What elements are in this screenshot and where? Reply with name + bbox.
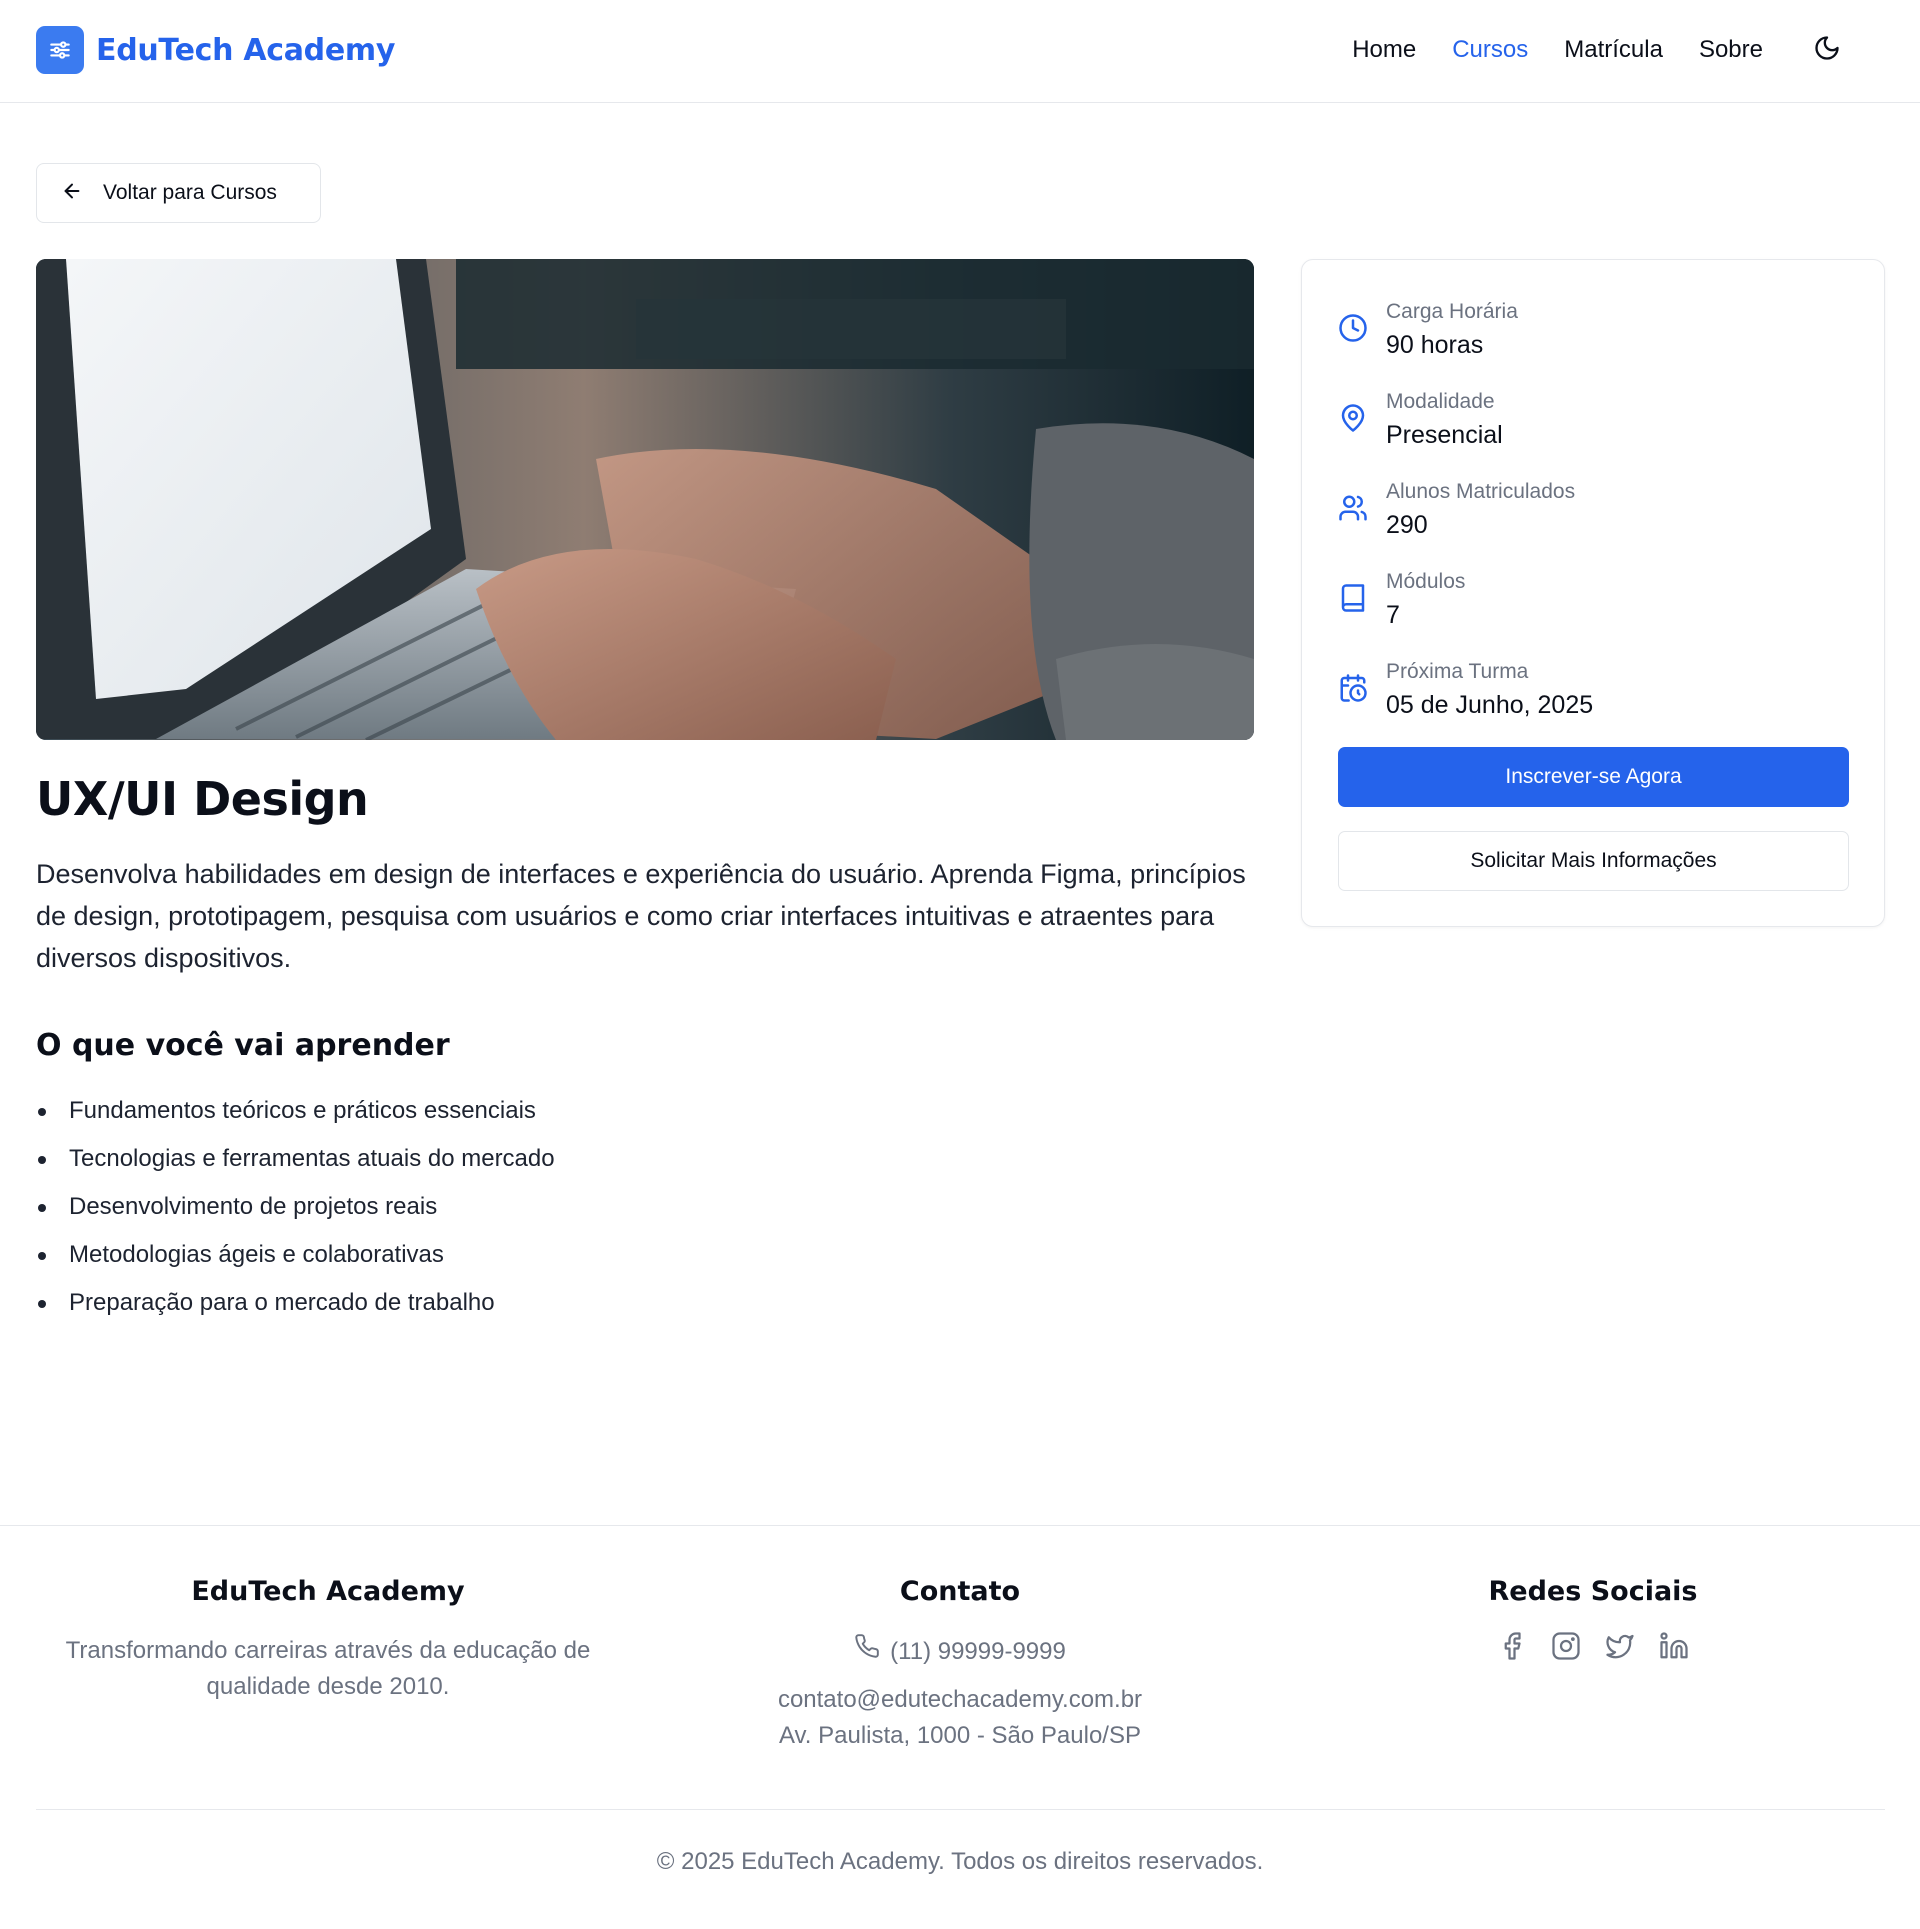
learn-section-title: O que você vai aprender	[36, 1028, 450, 1063]
course-hero-image	[36, 259, 1254, 740]
book-icon	[1338, 583, 1368, 613]
footer-social: Redes Sociais	[1301, 1576, 1885, 1661]
info-value: 290	[1386, 511, 1428, 539]
phone-icon	[854, 1633, 880, 1670]
learn-item: Tecnologias e ferramentas atuais do merc…	[36, 1138, 555, 1186]
footer-divider	[36, 1809, 1885, 1810]
main-nav: Home Cursos Matrícula Sobre	[1316, 32, 1845, 68]
top-navbar: EduTech Academy Home Cursos Matrícula So…	[0, 0, 1920, 103]
info-label: Alunos Matriculados	[1386, 480, 1576, 503]
learn-item: Metodologias ágeis e colaborativas	[36, 1234, 555, 1282]
request-info-button[interactable]: Solicitar Mais Informações	[1338, 831, 1849, 891]
learn-item: Fundamentos teóricos e práticos essencia…	[36, 1090, 555, 1138]
info-duration: Carga Horária 90 horas	[1338, 297, 1518, 363]
info-value: 7	[1386, 601, 1400, 629]
twitter-icon[interactable]	[1605, 1631, 1635, 1661]
clock-icon	[1338, 313, 1368, 343]
calendar-clock-icon	[1338, 673, 1368, 703]
footer-about-text: Transformando carreiras através da educa…	[65, 1637, 591, 1700]
facebook-icon[interactable]	[1497, 1631, 1527, 1661]
map-pin-icon	[1338, 403, 1368, 433]
back-button-label: Voltar para Cursos	[103, 181, 277, 204]
footer-contact-title: Contato	[899, 1576, 1021, 1607]
arrow-left-icon	[61, 180, 83, 207]
social-links	[1301, 1631, 1885, 1661]
sliders-icon	[36, 26, 84, 74]
users-icon	[1338, 493, 1368, 523]
info-value: 90 horas	[1386, 331, 1484, 359]
footer-about-title: EduTech Academy	[191, 1576, 465, 1607]
info-modules: Módulos 7	[1338, 567, 1465, 633]
learn-item: Desenvolvimento de projetos reais	[36, 1186, 555, 1234]
course-description: Desenvolva habilidades em design de inte…	[36, 859, 1246, 973]
footer-phone[interactable]: (11) 99999-9999	[668, 1633, 1252, 1670]
info-value: 05 de Junho, 2025	[1386, 691, 1594, 719]
course-info-card: Carga Horária 90 horas Modalidade Presen…	[1301, 259, 1885, 927]
nav-sobre[interactable]: Sobre	[1699, 36, 1763, 64]
phone-number: (11) 99999-9999	[890, 1637, 1066, 1665]
linkedin-icon[interactable]	[1659, 1631, 1689, 1661]
instagram-icon[interactable]	[1551, 1631, 1581, 1661]
footer-social-title: Redes Sociais	[1488, 1576, 1698, 1607]
info-value: Presencial	[1386, 421, 1503, 449]
learn-item: Preparação para o mercado de trabalho	[36, 1282, 555, 1330]
brand[interactable]: EduTech Academy	[36, 26, 395, 74]
back-to-courses-button[interactable]: Voltar para Cursos	[36, 163, 321, 223]
nav-home[interactable]: Home	[1352, 36, 1416, 64]
course-title: UX/UI Design	[36, 772, 369, 826]
enroll-button[interactable]: Inscrever-se Agora	[1338, 747, 1849, 807]
footer-address: Av. Paulista, 1000 - São Paulo/SP	[778, 1722, 1141, 1749]
info-label: Carga Horária	[1386, 300, 1518, 323]
footer-about: EduTech Academy Transformando carreiras …	[36, 1576, 620, 1705]
nav-matricula[interactable]: Matrícula	[1564, 36, 1663, 64]
info-modality: Modalidade Presencial	[1338, 387, 1503, 453]
moon-icon	[1813, 34, 1841, 67]
footer-email[interactable]: contato@edutechacademy.com.br	[668, 1682, 1252, 1718]
info-students: Alunos Matriculados 290	[1338, 477, 1575, 543]
nav-cursos[interactable]: Cursos	[1452, 36, 1528, 64]
copyright: © 2025 EduTech Academy. Todos os direito…	[656, 1848, 1264, 1875]
footer-contact: Contato (11) 99999-9999 contato@edutecha…	[668, 1576, 1252, 1754]
theme-toggle-button[interactable]	[1809, 32, 1845, 68]
info-label: Modalidade	[1386, 390, 1495, 413]
info-next-class: Próxima Turma 05 de Junho, 2025	[1338, 657, 1593, 723]
info-label: Módulos	[1386, 570, 1466, 593]
learn-list: Fundamentos teóricos e práticos essencia…	[36, 1090, 555, 1330]
info-label: Próxima Turma	[1386, 660, 1529, 683]
footer: EduTech Academy Transformando carreiras …	[0, 1525, 1920, 1929]
brand-name: EduTech Academy	[96, 32, 396, 68]
